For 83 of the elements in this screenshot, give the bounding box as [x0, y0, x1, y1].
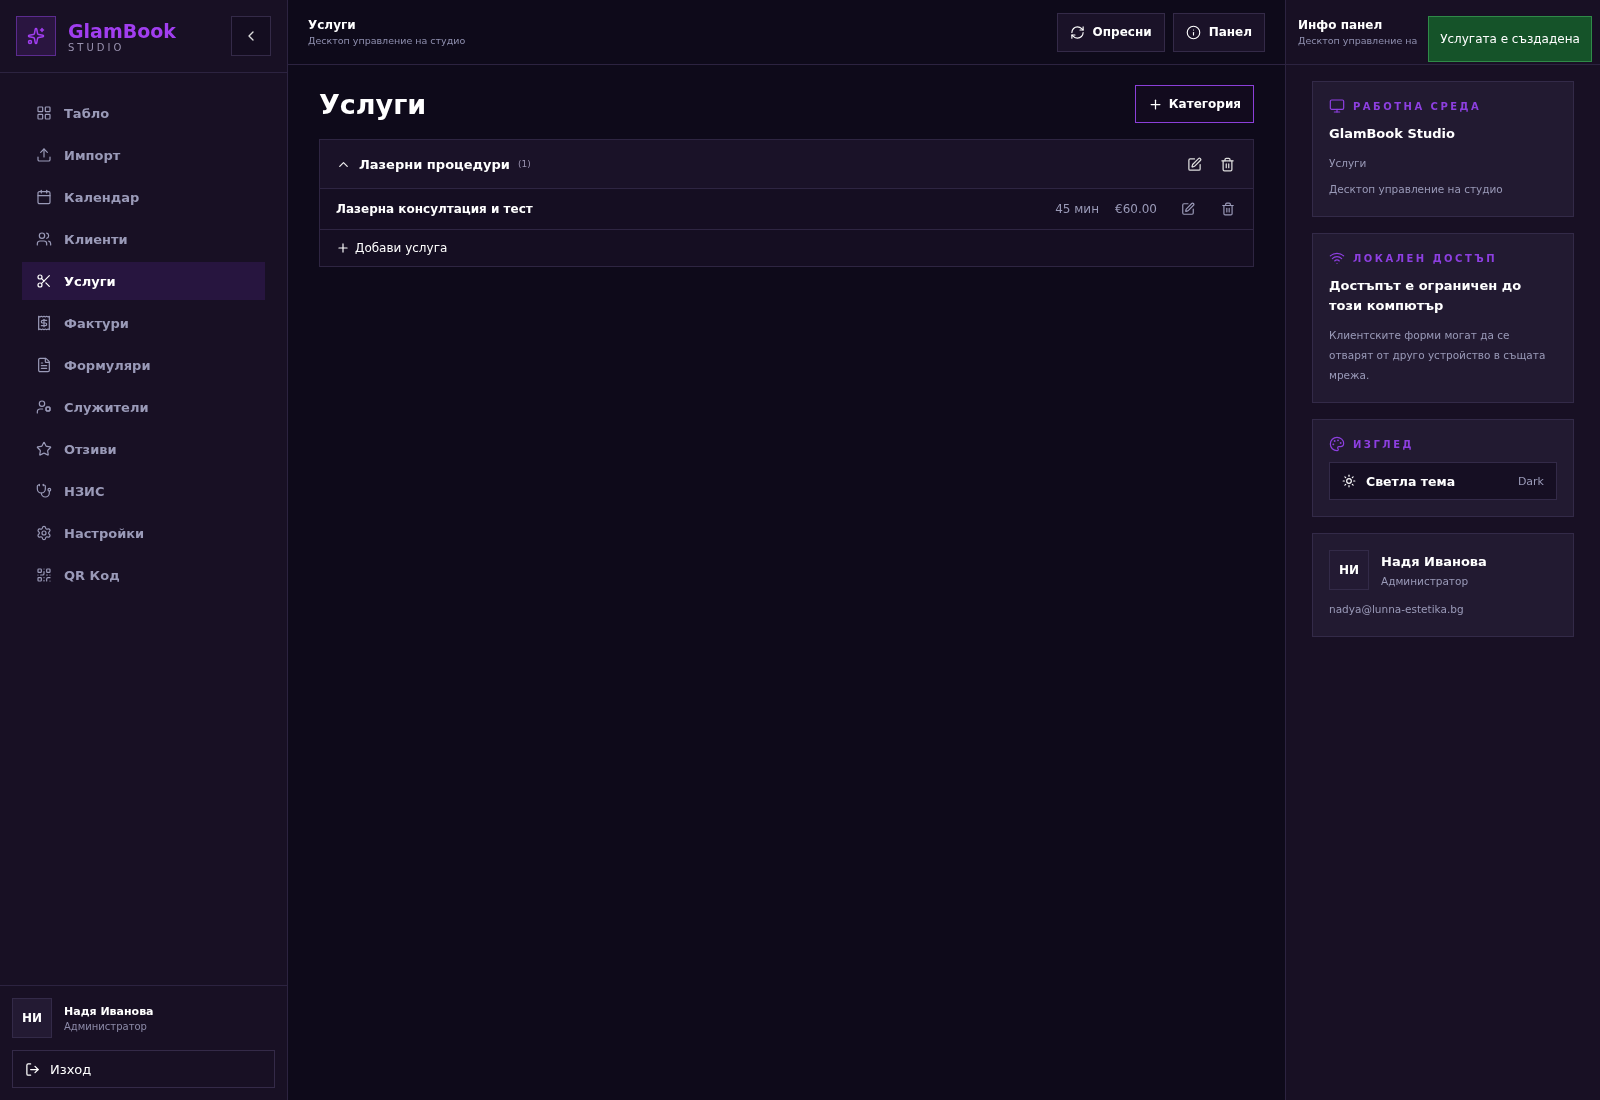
nav-label: Услуги — [64, 273, 116, 289]
user-avatar: НИ — [12, 998, 52, 1038]
upload-icon — [36, 147, 52, 163]
edit-button[interactable] — [1179, 200, 1197, 218]
nav-item[interactable]: Служители — [22, 388, 265, 426]
card-heading: ЛОКАЛЕН ДОСТЪП — [1353, 252, 1498, 264]
nav-label: НЗИС — [64, 483, 105, 499]
users-icon — [36, 231, 52, 247]
panel-subtitle: Десктоп управление на — [1298, 35, 1418, 46]
nav-label: Импорт — [64, 147, 121, 163]
nav-item[interactable]: Услуги — [22, 262, 265, 300]
nav-label: Настройки — [64, 525, 145, 541]
card-title: Достъпът е ограничен до този компютър — [1329, 277, 1523, 316]
document-icon — [36, 357, 52, 373]
delete-button[interactable] — [1219, 200, 1237, 218]
monitor-icon — [1329, 98, 1345, 114]
add-category-button[interactable]: Категория — [1134, 85, 1254, 123]
scissors-icon — [36, 273, 52, 289]
card-text: Услуги — [1329, 156, 1368, 172]
nav-label: Формуляри — [64, 357, 151, 373]
add-service-button[interactable]: Добави услуга — [320, 229, 1253, 266]
header-subtitle: Десктоп управление на студио — [308, 35, 467, 46]
settings-icon — [36, 525, 52, 541]
plus-icon — [1147, 96, 1163, 112]
star-icon — [36, 441, 52, 457]
card-heading: ИЗГЛЕД — [1353, 438, 1414, 450]
nav-label: Табло — [64, 105, 110, 121]
card-title: GlamBook Studio — [1329, 125, 1456, 143]
nav-item[interactable]: Клиенти — [22, 220, 265, 258]
user-gear-icon — [36, 399, 52, 415]
user-name: Надя Иванова — [1381, 552, 1487, 571]
nav-label: Клиенти — [64, 231, 128, 247]
card-text: Клиентските форми могат да се отварят от друго устройство в същата мрежа. — [1329, 328, 1547, 384]
qr-code-icon — [36, 567, 52, 583]
brand-subtitle: STUDIO — [68, 41, 126, 53]
nav-item[interactable]: Импорт — [22, 136, 265, 174]
sparkles-icon — [27, 27, 45, 45]
nav-item[interactable]: Табло — [22, 94, 265, 132]
nav-item[interactable]: Формуляри — [22, 346, 265, 384]
header-title: Услуги — [308, 18, 357, 32]
nav-item[interactable]: НЗИС — [22, 472, 265, 510]
nav-item[interactable]: QR Код — [22, 556, 265, 594]
panel-title: Инфо панел — [1298, 18, 1384, 32]
service-price: €60.00 — [1115, 202, 1157, 216]
nav-item[interactable]: Настройки — [22, 514, 265, 552]
calendar-icon — [36, 189, 52, 205]
refresh-icon — [1069, 24, 1085, 40]
card-text: Десктоп управление на студио — [1329, 182, 1504, 198]
nav-label: Календар — [64, 189, 140, 205]
user-role: Администратор — [64, 1020, 148, 1032]
nav-label: Фактури — [64, 315, 129, 331]
page-title: Услуги — [319, 88, 427, 120]
toast-notification: Услугата е създадена — [1428, 16, 1592, 62]
receipt-icon — [36, 315, 52, 331]
card-heading: РАБОТНА СРЕДА — [1353, 100, 1482, 112]
nav-label: QR Код — [64, 567, 120, 583]
service-name: Лазерна консултация и тест — [336, 202, 534, 216]
user-name: Надя Иванова — [64, 1004, 154, 1018]
user-role: Администратор — [1381, 574, 1470, 589]
sun-icon — [1342, 474, 1356, 489]
nav-item[interactable]: Календар — [22, 178, 265, 216]
nav-item[interactable]: Фактури — [22, 304, 265, 342]
palette-icon — [1329, 436, 1345, 453]
logout-icon — [25, 1061, 40, 1077]
service-duration: 45 мин — [1055, 202, 1099, 216]
theme-toggle[interactable]: Светла тема Dark — [1329, 462, 1557, 501]
user-email: nadya@lunna-estetika.bg — [1329, 602, 1465, 618]
header-button[interactable]: Опресни — [1056, 12, 1165, 52]
wifi-icon — [1329, 250, 1345, 266]
brand-name: GlamBook — [68, 19, 177, 42]
plus-icon — [336, 241, 350, 255]
user-avatar: НИ — [1329, 550, 1369, 591]
info-icon — [1185, 24, 1201, 40]
grid-icon — [36, 105, 52, 121]
category-name: Лазерни процедури — [359, 156, 510, 172]
edit-button[interactable] — [1185, 154, 1204, 174]
nav-label: Отзиви — [64, 441, 117, 457]
nav-label: Служители — [64, 399, 149, 415]
stethoscope-icon — [36, 483, 52, 499]
logout-button[interactable]: Изход — [12, 1050, 275, 1088]
header-button[interactable]: Панел — [1172, 12, 1265, 52]
nav-item[interactable]: Отзиви — [22, 430, 265, 468]
service-count: (1) — [517, 159, 532, 169]
